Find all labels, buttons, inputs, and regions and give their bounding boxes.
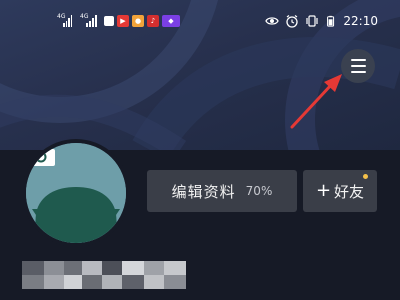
edit-profile-button[interactable]: 编辑资料 70% — [147, 170, 297, 212]
profile-completion: 70% — [245, 184, 273, 198]
notification-dot — [363, 174, 368, 179]
profile-screen: 4G 4G ▶ ● ♪ ◆ 22:10 编辑资料 70% + 好友 — [0, 0, 400, 300]
camera-icon[interactable] — [26, 143, 56, 167]
username-redacted — [22, 261, 186, 289]
add-friend-button[interactable]: + 好友 — [303, 170, 377, 212]
edit-profile-label: 编辑资料 — [171, 182, 236, 201]
avatar[interactable] — [22, 139, 130, 247]
add-friend-label: 好友 — [334, 182, 365, 201]
plus-icon: + — [315, 180, 332, 201]
